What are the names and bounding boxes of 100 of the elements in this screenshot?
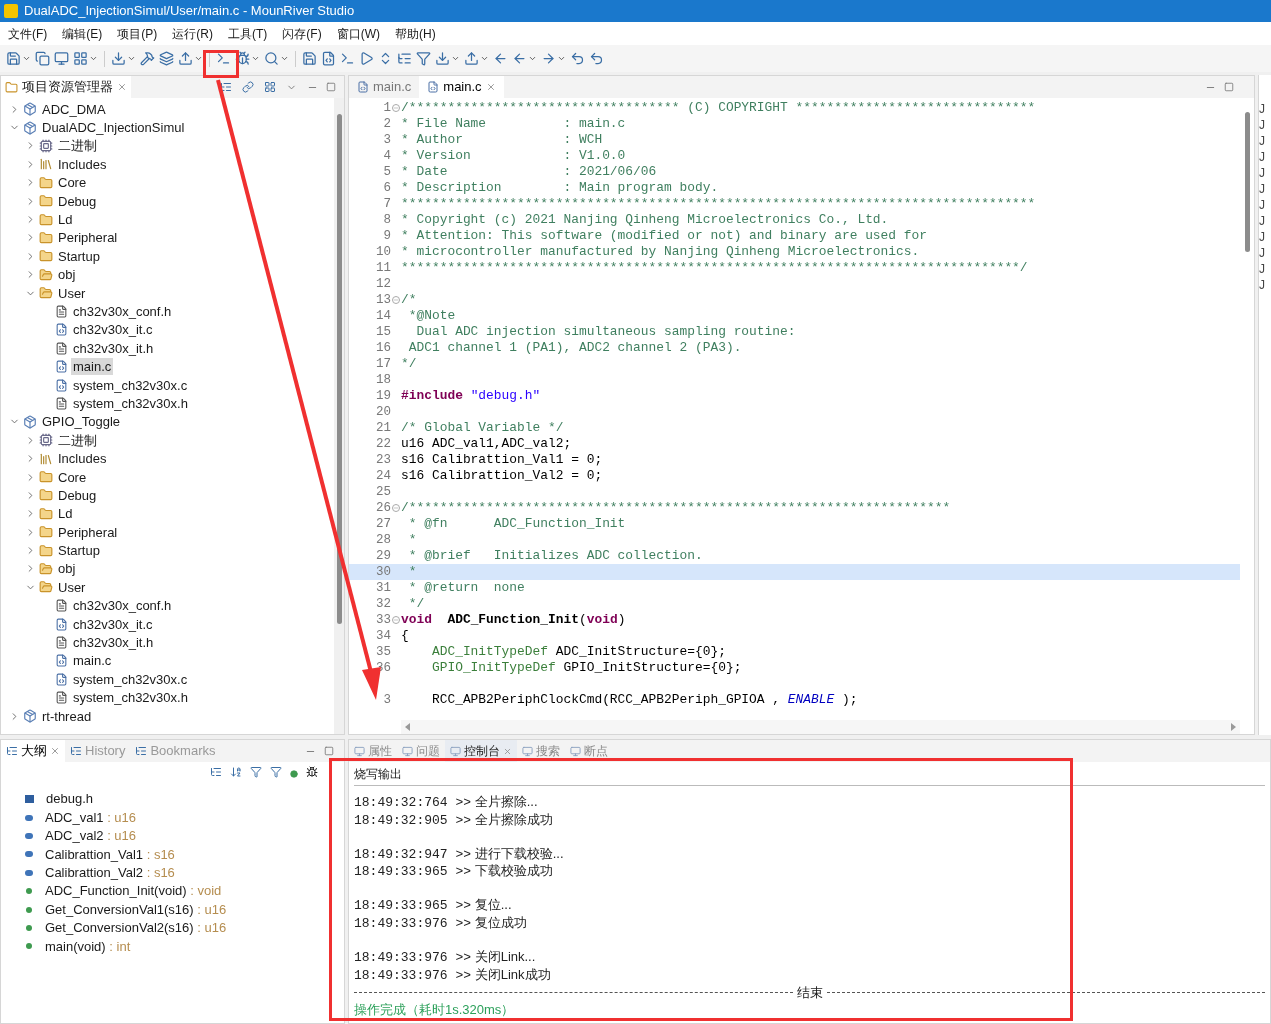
tree-item[interactable]: 二进制 [56, 137, 99, 155]
toolbar-icon[interactable] [73, 51, 88, 66]
dropdown-caret-icon[interactable] [127, 54, 136, 63]
collapse-all-icon[interactable] [210, 766, 222, 778]
tree-item[interactable]: ADC_DMA [40, 100, 108, 118]
tree-item[interactable]: Core [56, 174, 89, 192]
tree-item[interactable]: system_ch32v30x.c [71, 376, 190, 394]
tree-item[interactable]: Ld [56, 211, 75, 229]
fold-icon[interactable] [392, 616, 400, 624]
strip-item[interactable]: J [1259, 277, 1265, 293]
tree-item[interactable]: Debug [56, 192, 99, 210]
tree-item[interactable]: Peripheral [56, 523, 120, 541]
tree-item[interactable]: ch32v30x_conf.h [71, 303, 174, 320]
filter-icon[interactable] [250, 766, 262, 778]
tree-item[interactable]: DualADC_InjectionSimul [40, 119, 187, 137]
dropdown-caret-icon[interactable] [251, 54, 260, 63]
outline-item[interactable]: Calibrattion_Val1 : s16 [45, 844, 175, 865]
toolbar-icon[interactable] [589, 51, 604, 66]
toolbar-icon[interactable] [111, 51, 126, 66]
menu-item[interactable]: 编辑(E) [62, 24, 103, 43]
strip-item[interactable]: J [1259, 117, 1265, 133]
tree-item[interactable]: Startup [56, 247, 102, 265]
tree-item[interactable]: Peripheral [56, 229, 120, 247]
maximize-icon[interactable] [324, 746, 334, 756]
menu-item[interactable]: 运行(R) [172, 24, 213, 43]
tree-item[interactable]: main.c [71, 652, 114, 670]
strip-item[interactable]: J [1259, 101, 1265, 117]
tree-item[interactable]: system_ch32v30x.h [71, 689, 190, 707]
link-icon[interactable] [242, 81, 254, 93]
toolbar-icon[interactable] [35, 51, 50, 66]
filter-icon[interactable] [270, 766, 282, 778]
close-icon[interactable] [50, 746, 60, 756]
strip-item[interactable]: J [1259, 181, 1265, 197]
outline-item[interactable]: ADC_val2 : u16 [45, 826, 137, 846]
dot-icon[interactable] [290, 770, 298, 778]
dropdown-caret-icon[interactable] [557, 54, 566, 63]
tree-item[interactable]: ch32v30x_it.c [71, 615, 155, 633]
dropdown-caret-icon[interactable] [22, 54, 31, 63]
horizontal-scrollbar[interactable] [401, 720, 1240, 734]
toolbar-icon[interactable] [216, 51, 231, 66]
tree-item[interactable]: Ld [56, 505, 75, 523]
strip-item[interactable]: J [1259, 197, 1265, 213]
scroll-right-icon[interactable] [1231, 723, 1236, 731]
toolbar-icon[interactable] [512, 51, 527, 66]
tree-item[interactable]: GPIO_Toggle [40, 413, 123, 431]
menu-item[interactable]: 闪存(F) [282, 24, 322, 43]
tree-item[interactable]: 二进制 [56, 431, 99, 449]
dropdown-caret-icon[interactable] [194, 54, 203, 63]
tree-item[interactable]: Startup [56, 542, 102, 560]
maximize-icon[interactable] [326, 82, 336, 92]
toolbar-icon[interactable] [159, 51, 174, 66]
toolbar-icon[interactable] [570, 51, 585, 66]
outline-item[interactable]: main(void) : int [45, 936, 131, 957]
tree-item[interactable]: system_ch32v30x.h [71, 394, 190, 412]
toolbar-icon[interactable] [54, 51, 69, 66]
strip-item[interactable]: J [1259, 133, 1265, 149]
outline-item[interactable]: Get_ConversionVal1(s16) : u16 [45, 899, 227, 920]
strip-item[interactable]: J [1259, 245, 1265, 261]
maximize-icon[interactable] [1224, 82, 1234, 92]
bug-icon[interactable] [306, 766, 318, 778]
strip-item[interactable]: J [1259, 229, 1265, 245]
tree-item[interactable]: User [56, 578, 88, 596]
toolbar-icon[interactable] [340, 51, 355, 66]
tree-item[interactable]: User [56, 284, 88, 302]
tree-item[interactable]: rt-thread [40, 707, 94, 725]
tree-item[interactable]: ch32v30x_conf.h [71, 597, 174, 615]
toolbar-icon[interactable] [359, 51, 374, 66]
dropdown-caret-icon[interactable] [480, 54, 489, 63]
scrollbar[interactable] [334, 98, 344, 734]
close-icon[interactable] [503, 746, 512, 756]
toolbar-icon[interactable] [541, 51, 556, 66]
menu-item[interactable]: 窗口(W) [336, 24, 380, 43]
strip-item[interactable]: J [1259, 213, 1265, 229]
menu-item[interactable]: 帮助(H) [395, 24, 436, 43]
tree-item[interactable]: ch32v30x_it.c [71, 321, 155, 339]
tree-item[interactable]: obj [56, 560, 78, 578]
strip-item[interactable]: J [1259, 261, 1265, 277]
filter-icon[interactable] [264, 81, 276, 93]
fold-icon[interactable] [392, 504, 400, 512]
dropdown-caret-icon[interactable] [528, 54, 537, 63]
strip-item[interactable]: J [1259, 165, 1265, 181]
toolbar-icon[interactable] [178, 51, 193, 66]
toolbar-icon[interactable] [140, 51, 155, 66]
toolbar-icon[interactable] [397, 51, 412, 66]
tree-item[interactable]: ch32v30x_it.h [71, 339, 156, 357]
fold-icon[interactable] [392, 296, 400, 304]
editor-tab[interactable]: main.c [349, 76, 420, 98]
tree-item[interactable]: obj [56, 266, 78, 284]
tree-item[interactable]: main.c [71, 358, 114, 376]
tree-item[interactable]: Core [56, 468, 89, 486]
toolbar-icon[interactable] [264, 51, 279, 66]
outline-item[interactable]: ADC_val1 : u16 [45, 807, 137, 828]
tree-item[interactable]: system_ch32v30x.c [71, 670, 190, 688]
toolbar-icon[interactable] [493, 51, 508, 66]
fold-icon[interactable] [392, 104, 400, 112]
tree-item[interactable]: Includes [56, 450, 109, 468]
editor-tab[interactable]: main.c [419, 76, 504, 98]
tree-item[interactable]: Includes [56, 155, 109, 173]
outline-item[interactable]: Get_ConversionVal2(s16) : u16 [45, 918, 227, 938]
scroll-left-icon[interactable] [405, 723, 410, 731]
